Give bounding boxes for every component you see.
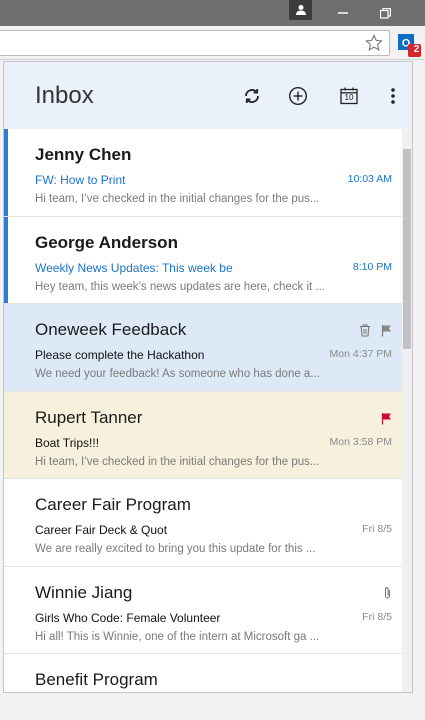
message-time: Fri 8/5 [362, 523, 392, 535]
message-preview: Hi all! This is Winnie, one of the inter… [35, 630, 320, 643]
message-time: Fri 8/5 [362, 610, 392, 623]
sync-icon [245, 89, 259, 103]
sync-button[interactable] [240, 84, 264, 108]
calendar-button[interactable]: 10 [337, 84, 361, 108]
message-list: Jenny Chen FW: How to Print 10:03 AM Hi … [4, 129, 412, 692]
message-row[interactable]: Jenny Chen FW: How to Print 10:03 AM Hi … [4, 129, 410, 217]
message-subject: FW: How to Print [35, 173, 126, 187]
outlook-popup: Inbox 10 Jenny Chen FW: How to Print 10:… [3, 61, 413, 693]
page-title: Inbox [35, 82, 94, 109]
message-preview: We need your feedback! As someone who ha… [35, 368, 320, 380]
message-subject: Career Fair Deck & Quot [35, 523, 168, 537]
message-sender: Jenny Chen [35, 145, 132, 164]
message-time: Mon 3:58 PM [329, 435, 392, 448]
add-icon [288, 86, 308, 106]
message-row[interactable]: George Anderson Weekly News Updates: Thi… [4, 216, 410, 304]
new-message-button[interactable] [286, 84, 310, 108]
row-actions [359, 322, 392, 341]
user-profile-icon[interactable] [289, 0, 312, 20]
message-sender: Oneweek Feedback [35, 320, 187, 339]
message-time: 10:03 AM [347, 173, 392, 185]
calendar-day: 10 [344, 93, 354, 102]
message-preview: Hey team, this week’s news updates are h… [35, 280, 325, 293]
message-row[interactable]: Benefit Program [4, 654, 410, 692]
scrollbar-thumb[interactable] [403, 149, 411, 349]
message-subject: Weekly News Updates: This week be [35, 260, 233, 275]
attachment-icon [383, 585, 392, 604]
message-row[interactable]: Rupert Tanner Boat Trips!!! Mon 3:58 PM … [4, 391, 410, 479]
message-sender: Winnie Jiang [35, 582, 133, 602]
message-sender: George Anderson [35, 232, 178, 252]
scrollbar[interactable] [402, 129, 412, 692]
bookmark-star-icon[interactable] [365, 34, 383, 56]
message-row[interactable]: Winnie Jiang Girls Who Code: Female Volu… [4, 567, 410, 654]
message-preview: We are really excited to bring you this … [35, 543, 316, 555]
message-row[interactable]: Oneweek Feedback Please complete the Hac… [4, 304, 410, 392]
delete-icon[interactable] [359, 322, 371, 341]
unread-indicator [4, 129, 8, 216]
row-actions [381, 410, 392, 429]
message-subject: Boat Trips!!! [35, 435, 100, 450]
message-sender: Benefit Program [35, 670, 158, 689]
browser-toolbar [0, 26, 425, 60]
address-bar[interactable] [0, 30, 390, 56]
message-sender: Rupert Tanner [35, 407, 143, 427]
extension-badge: 2 [413, 44, 420, 55]
message-preview: Hi team, I’ve checked in the initial cha… [35, 455, 320, 468]
flag-icon[interactable] [381, 410, 392, 429]
restore-icon[interactable] [368, 0, 402, 26]
more-options-button[interactable] [381, 84, 405, 108]
message-row[interactable]: Career Fair Program Career Fair Deck & Q… [4, 479, 410, 567]
outlook-extension-button[interactable]: O 2 [397, 30, 423, 58]
more-icon [391, 88, 395, 104]
message-time: Mon 4:37 PM [329, 348, 392, 360]
popup-header: Inbox 10 [4, 62, 412, 129]
message-subject: Please complete the Hackathon [35, 348, 205, 362]
browser-titlebar [0, 0, 425, 26]
message-subject: Girls Who Code: Female Volunteer [35, 610, 221, 625]
message-preview: Hi team, I’ve checked in the initial cha… [35, 193, 320, 205]
message-time: 8:10 PM [352, 260, 392, 273]
message-sender: Career Fair Program [35, 495, 191, 514]
minimize-icon[interactable] [326, 0, 360, 26]
unread-indicator [4, 216, 8, 303]
row-actions [383, 585, 392, 604]
flag-icon[interactable] [381, 322, 392, 341]
